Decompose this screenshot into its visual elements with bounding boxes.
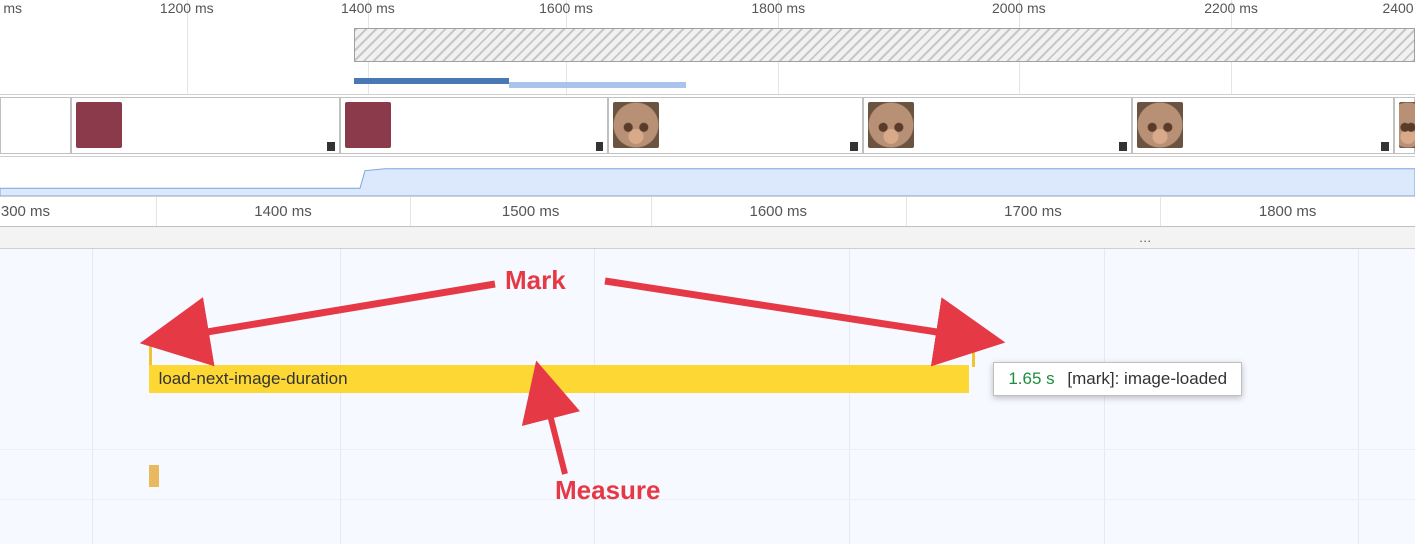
timings-track[interactable]: load-next-image-duration 1.65 s [mark]: … — [0, 249, 1415, 544]
overview-tick: 1600 ms — [539, 0, 593, 16]
detail-tick: 1500 ms — [502, 203, 560, 220]
detail-tick: 1600 ms — [749, 203, 807, 220]
collapsed-track-indicator[interactable]: … — [0, 227, 1415, 249]
detail-tick: 1400 ms — [254, 203, 312, 220]
overview-tick: 2000 ms — [992, 0, 1046, 16]
ellipsis-label: … — [1139, 227, 1154, 249]
annotation-arrow — [548, 407, 565, 474]
filmstrip-frame[interactable] — [608, 97, 863, 154]
tooltip-time: 1.65 s — [1008, 369, 1054, 388]
tooltip-text: [mark]: image-loaded — [1067, 369, 1227, 388]
filmstrip-frame[interactable] — [863, 97, 1132, 154]
timeline-overview[interactable]: ms 1200 ms 1400 ms 1600 ms 1800 ms 2000 … — [0, 0, 1415, 95]
overview-activity-bar — [509, 82, 686, 88]
screenshot-filmstrip[interactable] — [0, 95, 1415, 157]
annotation-arrow — [195, 284, 495, 334]
overview-unrecorded-region — [354, 28, 1415, 62]
overview-tick: 1800 ms — [751, 0, 805, 16]
filmstrip-frame[interactable] — [1394, 97, 1415, 154]
hover-tooltip: 1.65 s [mark]: image-loaded — [993, 362, 1242, 396]
overview-tick: 2200 ms — [1204, 0, 1258, 16]
performance-mark-start[interactable] — [149, 341, 152, 367]
overview-tick: ms — [3, 0, 22, 16]
detail-gridline — [1160, 197, 1161, 226]
overview-ruler: ms 1200 ms 1400 ms 1600 ms 1800 ms 2000 … — [0, 0, 1415, 24]
performance-measure-bar[interactable]: load-next-image-duration — [149, 365, 970, 393]
filmstrip-frame[interactable] — [0, 97, 71, 154]
filmstrip-frame[interactable] — [340, 97, 609, 154]
annotation-mark-label: Mark — [505, 265, 566, 296]
row-divider — [0, 449, 1415, 450]
performance-mark-end[interactable] — [972, 341, 975, 367]
detail-gridline — [651, 197, 652, 226]
measure-label: load-next-image-duration — [159, 369, 348, 388]
detail-tick: 1800 ms — [1259, 203, 1317, 220]
overview-activity-bar — [354, 78, 510, 84]
annotation-arrow — [605, 281, 950, 334]
detail-tick: 1700 ms — [1004, 203, 1062, 220]
annotation-measure-label: Measure — [555, 475, 661, 506]
overview-tick: 1200 ms — [160, 0, 214, 16]
task-chunk[interactable] — [149, 465, 159, 487]
overview-tick: 1400 ms — [341, 0, 395, 16]
detail-gridline — [410, 197, 411, 226]
row-divider — [0, 499, 1415, 500]
overview-tick: 2400 — [1382, 0, 1413, 16]
filmstrip-frame[interactable] — [1132, 97, 1394, 154]
detail-ruler[interactable]: 300 ms 1400 ms 1500 ms 1600 ms 1700 ms 1… — [0, 197, 1415, 227]
memory-graph[interactable] — [0, 157, 1415, 197]
detail-gridline — [156, 197, 157, 226]
detail-tick: 300 ms — [1, 203, 50, 220]
filmstrip-frame[interactable] — [71, 97, 340, 154]
detail-gridline — [906, 197, 907, 226]
